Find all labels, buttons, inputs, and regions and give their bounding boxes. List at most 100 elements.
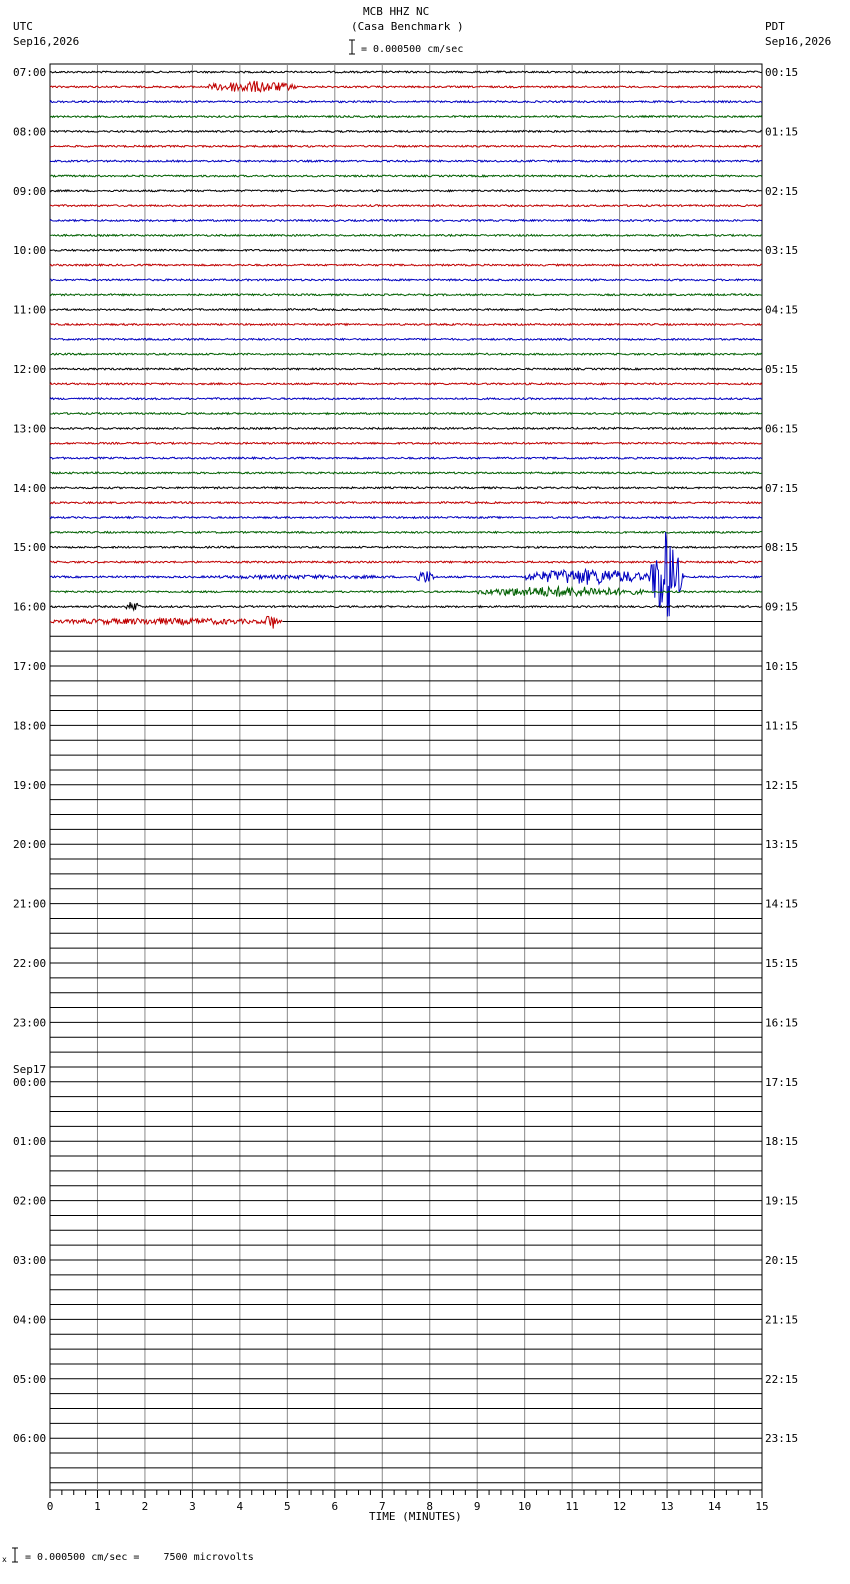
seismic-trace [49, 532, 763, 617]
x-tick-label: 5 [284, 1500, 291, 1513]
seismic-trace [49, 471, 762, 475]
utc-hour-label: 14:00 [13, 482, 46, 495]
pdt-hour-label: 20:15 [765, 1254, 798, 1267]
right-timezone: PDT [765, 20, 785, 33]
seismic-trace [49, 248, 763, 253]
plot-frame [49, 63, 763, 1491]
utc-hour-label: 19:00 [13, 779, 46, 792]
pdt-hour-label: 08:15 [765, 541, 798, 554]
utc-hour-label: 02:00 [13, 1195, 46, 1208]
seismic-trace [49, 174, 763, 178]
pdt-hour-label: 03:15 [765, 244, 798, 257]
seismic-trace [49, 426, 763, 431]
pdt-hour-label: 06:15 [765, 422, 798, 435]
utc-hour-label: 01:00 [13, 1135, 46, 1148]
utc-hour-label: 13:00 [13, 422, 46, 435]
pdt-hour-label: 04:15 [765, 304, 798, 317]
pdt-hour-label: 11:15 [765, 719, 798, 732]
footer-scale-bar-icon [12, 1547, 18, 1563]
pdt-hour-label: 16:15 [765, 1016, 798, 1029]
scale-label: = 0.000500 cm/sec [361, 44, 464, 55]
seismic-trace [49, 307, 763, 312]
utc-hour-label: 09:00 [13, 185, 46, 198]
pdt-hour-label: 12:15 [765, 779, 798, 792]
seismic-trace [49, 545, 762, 550]
station-subtitle: (Casa Benchmark ) [351, 20, 464, 33]
seismic-trace [49, 602, 763, 612]
x-tick-label: 0 [47, 1500, 54, 1513]
pdt-hour-label: 21:15 [765, 1313, 798, 1326]
footer-marker: x [2, 1555, 7, 1564]
utc-hour-label: 16:00 [13, 601, 46, 614]
pdt-hour-label: 01:15 [765, 125, 798, 138]
utc-hour-label: 06:00 [13, 1432, 46, 1445]
seismic-trace [49, 367, 763, 371]
x-tick-label: 12 [613, 1500, 626, 1513]
x-tick-label: 11 [566, 1500, 579, 1513]
x-tick-label: 15 [755, 1500, 768, 1513]
pdt-hour-label: 18:15 [765, 1135, 798, 1148]
seismic-trace [49, 129, 763, 134]
seismic-trace [49, 396, 763, 401]
utc-hour-label: 21:00 [13, 898, 46, 911]
footer-scale-note: = 0.000500 cm/sec = 7500 microvolts [25, 1552, 254, 1563]
pdt-hour-label: 19:15 [765, 1195, 798, 1208]
seismic-trace [49, 99, 763, 104]
seismic-trace [49, 530, 763, 535]
seismic-trace [49, 337, 763, 342]
seismic-trace [49, 203, 763, 208]
seismic-trace [49, 263, 763, 267]
seismic-trace [49, 456, 763, 461]
seismic-trace [49, 615, 283, 629]
x-tick-label: 1 [94, 1500, 101, 1513]
seismic-trace [49, 70, 763, 74]
seismic-trace [49, 441, 763, 446]
pdt-hour-label: 05:15 [765, 363, 798, 376]
pdt-hour-label: 00:15 [765, 66, 798, 79]
x-tick-label: 10 [518, 1500, 531, 1513]
utc-hour-label: 17:00 [13, 660, 46, 673]
utc-hour-label: 11:00 [13, 304, 46, 317]
utc-hour-label: 15:00 [13, 541, 46, 554]
seismic-trace [49, 352, 763, 356]
pdt-hour-label: 02:15 [765, 185, 798, 198]
seismic-trace [49, 560, 763, 564]
pdt-hour-label: 10:15 [765, 660, 798, 673]
seismic-traces [49, 70, 763, 1484]
seismic-trace [49, 188, 762, 193]
station-title: MCB HHZ NC [363, 5, 430, 18]
utc-hour-label: 22:00 [13, 957, 46, 970]
utc-hour-label: 18:00 [13, 719, 46, 732]
scale-bar-icon [349, 39, 355, 55]
left-timezone: UTC [13, 20, 33, 33]
seismic-trace [49, 411, 763, 416]
utc-hour-label: 05:00 [13, 1373, 46, 1386]
right-date: Sep16,2026 [765, 35, 832, 48]
utc-hour-label: 20:00 [13, 838, 46, 851]
seismic-trace [49, 80, 763, 93]
seismic-trace [49, 485, 763, 490]
seismic-trace [49, 144, 762, 149]
utc-hour-label: 00:00 [13, 1076, 46, 1089]
utc-hour-label: 08:00 [13, 125, 46, 138]
seismic-trace [49, 515, 763, 520]
utc-hour-label: 23:00 [13, 1016, 46, 1029]
seismic-trace [49, 381, 763, 386]
seismic-trace [49, 233, 762, 238]
utc-hour-label: 04:00 [13, 1313, 46, 1326]
helicorder-plot: 0 1 2 3 4 5 6 7 8 9 10 11 12 13 14 15 07:0008:0009:0010… [12, 39, 798, 1563]
seismic-trace [49, 500, 763, 505]
seismic-trace [49, 278, 763, 282]
seismic-trace [49, 159, 763, 164]
utc-hour-label: 07:00 [13, 66, 46, 79]
x-tick-label: 9 [474, 1500, 481, 1513]
pdt-hour-label: 13:15 [765, 838, 798, 851]
pdt-hour-label: 23:15 [765, 1432, 798, 1445]
x-tick-label: 13 [660, 1500, 673, 1513]
pdt-hour-label: 09:15 [765, 601, 798, 614]
x-tick-label: 6 [331, 1500, 338, 1513]
time-grid [49, 63, 763, 1491]
pdt-hour-label: 07:15 [765, 482, 798, 495]
x-tick-label: 2 [142, 1500, 149, 1513]
x-tick-label: 3 [189, 1500, 196, 1513]
